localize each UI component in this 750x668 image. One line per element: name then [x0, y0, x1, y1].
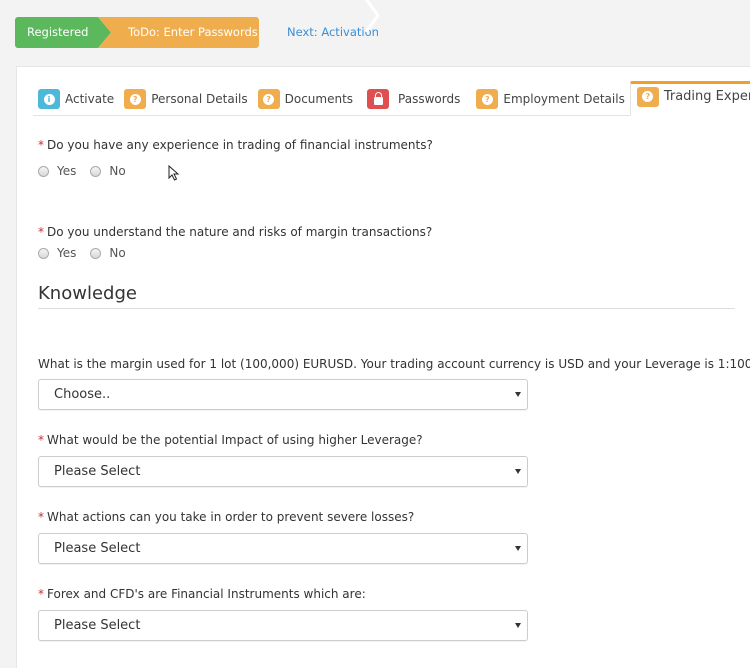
required-marker: * [38, 225, 44, 239]
question-label: Do you understand the nature and risks o… [47, 225, 433, 239]
question-label: What actions can you take in order to pr… [47, 510, 415, 524]
question-forex-cfd: * Forex and CFD's are Financial Instrumen… [38, 587, 366, 601]
radio-no[interactable] [90, 247, 102, 259]
question-label: Do you have any experience in trading of… [47, 138, 433, 152]
radio-yes[interactable] [38, 165, 49, 177]
required-marker: * [38, 587, 44, 601]
select-forex-cfd[interactable]: Please Select [38, 610, 528, 641]
select-prevent-losses[interactable]: Please Select [38, 533, 528, 564]
tab-label: Activate [65, 92, 115, 106]
select-leverage-impact[interactable]: Please Select [38, 456, 528, 487]
question-icon: ? [636, 86, 659, 107]
tab-label: Employment Details [503, 92, 625, 106]
radio-group-trading-experience: Yes No [38, 164, 140, 178]
question-margin-risks: * Do you understand the nature and risks … [38, 225, 432, 239]
step-label: ToDo: Enter Passwords [128, 25, 258, 39]
tab-employment-details[interactable]: ? Employment Details [471, 83, 629, 115]
caret-down-icon [515, 546, 521, 551]
tab-personal-details[interactable]: ? Personal Details [119, 83, 252, 115]
select-margin-calculation[interactable]: Choose.. [38, 379, 528, 410]
select-value: Please Select [54, 541, 141, 556]
question-icon: ? [257, 89, 280, 109]
question-icon: ? [476, 89, 499, 109]
tab-passwords[interactable]: Passwords [362, 83, 465, 115]
required-marker: * [38, 138, 44, 152]
step-enter-passwords: ToDo: Enter Passwords [98, 17, 270, 48]
select-value: Choose.. [54, 387, 111, 402]
caret-down-icon [515, 623, 521, 628]
question-label: What is the margin used for 1 lot (100,0… [38, 357, 750, 371]
tab-documents[interactable]: ? Documents [253, 83, 358, 115]
radio-no[interactable] [90, 165, 102, 177]
tab-label: Personal Details [151, 92, 248, 106]
step-registered: Registered [15, 17, 111, 48]
required-marker: * [38, 433, 44, 447]
select-value: Please Select [54, 618, 141, 633]
chevron-right-icon [365, 0, 379, 32]
radio-label-no[interactable]: No [109, 164, 125, 178]
question-icon: ? [124, 89, 147, 109]
caret-down-icon [515, 469, 521, 474]
question-label: What would be the potential Impact of us… [47, 433, 423, 447]
lock-icon [367, 89, 390, 109]
tab-label: Passwords [398, 92, 461, 106]
question-leverage-impact: * What would be the potential Impact of u… [38, 433, 423, 447]
radio-label-yes[interactable]: Yes [57, 164, 76, 178]
tab-activate[interactable]: i Activate [33, 83, 119, 115]
step-label: Registered [27, 25, 89, 39]
select-value: Please Select [54, 464, 141, 479]
tab-label: Documents [284, 92, 354, 106]
section-title-knowledge: Knowledge [38, 283, 735, 309]
radio-label-yes[interactable]: Yes [57, 246, 76, 260]
form-card: i Activate ? Personal Details ? Document… [16, 66, 750, 668]
tab-bar: i Activate ? Personal Details ? Document… [33, 81, 750, 116]
radio-label-no[interactable]: No [109, 246, 125, 260]
radio-yes[interactable] [38, 247, 49, 259]
required-marker: * [38, 510, 44, 524]
question-trading-experience: * Do you have any experience in trading o… [38, 138, 433, 152]
question-margin-calculation: What is the margin used for 1 lot (100,0… [38, 357, 750, 371]
tab-label: Trading Experience [663, 89, 750, 104]
radio-group-margin-risks: Yes No [38, 246, 140, 260]
question-label: Forex and CFD's are Financial Instrument… [47, 587, 366, 601]
caret-down-icon [515, 392, 521, 397]
mouse-cursor-icon [168, 165, 180, 181]
info-icon: i [38, 89, 60, 109]
progress-steps: Registered ToDo: Enter Passwords Next: A… [15, 17, 389, 48]
tab-trading-experience[interactable]: ? Trading Experience [629, 81, 750, 116]
question-prevent-losses: * What actions can you take in order to p… [38, 510, 414, 524]
